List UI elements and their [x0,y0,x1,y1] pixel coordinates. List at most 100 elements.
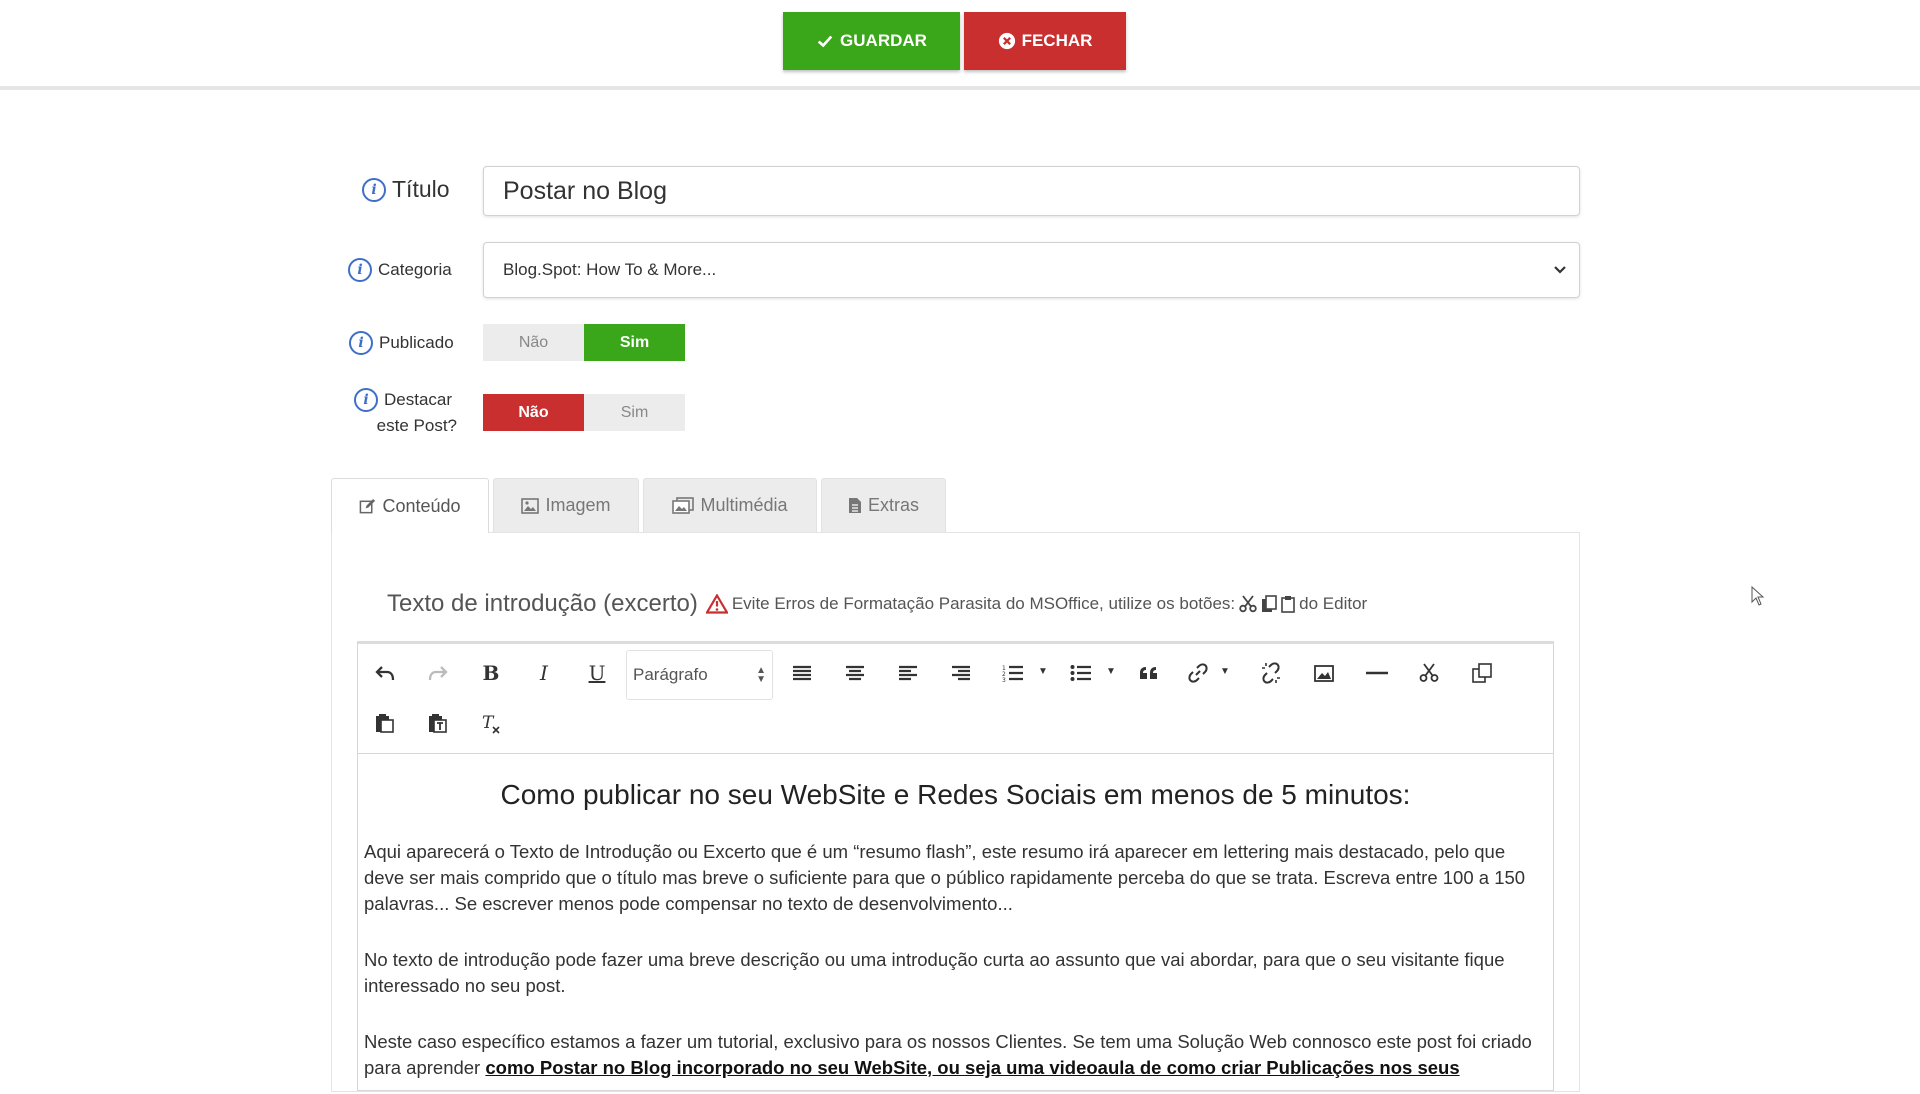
numbered-list-caret-icon[interactable]: ▼ [1038,666,1048,677]
clear-format-icon: T [482,713,500,734]
tab-extras-label: Extras [867,495,919,515]
tab-image-label: Imagem [545,495,611,515]
editor-toolbar: B I U Parágrafo ▲ ▼ 123 ▼ ▼ ▼ T [358,644,1553,754]
save-button[interactable]: GUARDAR [783,12,960,70]
paste-text-button[interactable] [421,706,455,740]
tab-extras[interactable]: Extras [821,478,946,532]
link-icon [1188,663,1208,683]
featured-yes-option[interactable]: Sim [584,394,685,431]
mouse-cursor-icon [1751,586,1765,606]
align-center-button[interactable] [838,656,872,690]
featured-row-label: i Destacar este Post? [354,388,457,436]
updown-icon: ▲ ▼ [756,665,766,685]
bold-button[interactable]: B [474,656,508,690]
title-input[interactable]: Postar no Blog [483,166,1580,216]
italic-button[interactable]: I [527,656,561,690]
redo-icon [428,666,448,681]
unlink-button[interactable] [1254,656,1288,690]
check-icon [817,35,833,48]
info-icon[interactable]: i [362,177,386,202]
block-format-select[interactable]: Parágrafo ▲ ▼ [626,650,773,700]
excerpt-header: Texto de introdução (excerto) Evite Erro… [387,590,1367,618]
close-button-label: FECHAR [1021,31,1093,50]
info-icon[interactable]: i [348,258,372,282]
title-input-value: Postar no Blog [503,176,667,205]
paste-text-icon [429,714,447,733]
align-right-icon [952,665,970,681]
copy-icon [1262,595,1277,612]
chevron-down-icon [1554,266,1566,274]
edit-icon [360,498,376,513]
rich-text-editor: B I U Parágrafo ▲ ▼ 123 ▼ ▼ ▼ T Como pub… [357,641,1554,1091]
paste-button[interactable] [368,706,402,740]
published-label: Publicado [379,333,454,352]
info-icon[interactable]: i [349,331,373,355]
published-row-label: i Publicado [349,331,454,355]
horizontal-rule-button[interactable] [1360,656,1394,690]
align-left-button[interactable] [891,656,925,690]
svg-text:3: 3 [1002,677,1006,682]
tab-multimedia-label: Multimédia [700,495,788,515]
tab-content-label: Conteúdo [382,495,461,516]
editor-content[interactable]: Como publicar no seu WebSite e Redes Soc… [358,754,1553,1094]
link-button[interactable] [1181,656,1215,690]
save-button-label: GUARDAR [840,31,927,50]
content-paragraph-2: No texto de introdução pode fazer uma br… [364,949,1505,996]
cut-icon [1419,663,1439,682]
unlink-icon [1262,662,1280,684]
published-toggle: Não Sim [483,324,685,361]
align-left-icon [899,665,917,681]
image-icon [1314,664,1334,682]
content-paragraph-3-bold: como Postar no Blog incorporado no seu W… [485,1057,1460,1078]
justify-button[interactable] [785,656,819,690]
excerpt-warning-text: Evite Erros de Formatação Parasita do MS… [731,594,1236,613]
title-row-label: i Título [362,176,450,203]
content-heading: Como publicar no seu WebSite e Redes Soc… [500,779,1411,810]
clear-formatting-button[interactable]: T [474,706,508,740]
warning-icon [705,594,728,614]
images-icon [672,497,695,514]
undo-button[interactable] [368,656,402,690]
bullet-list-icon [1070,665,1091,681]
copy-icon [1472,663,1492,683]
bold-icon: B [482,661,500,685]
redo-button[interactable] [421,656,455,690]
block-format-value: Parágrafo [633,665,708,684]
underline-icon: U [588,661,606,685]
title-label: Título [392,176,450,202]
bullet-list-caret-icon[interactable]: ▼ [1106,666,1116,677]
horizontal-line-icon [1366,671,1388,675]
cut-button[interactable] [1412,656,1446,690]
close-button[interactable]: FECHAR [964,12,1126,70]
numbered-list-button[interactable]: 123 [996,656,1030,690]
insert-image-button[interactable] [1307,656,1341,690]
tab-image[interactable]: Imagem [493,478,639,532]
tab-multimedia[interactable]: Multimédia [643,478,817,532]
italic-icon: I [540,661,548,685]
copy-button[interactable] [1465,656,1499,690]
svg-text:T: T [482,713,495,733]
excerpt-title: Texto de introdução (excerto) [387,590,698,617]
underline-button[interactable]: U [580,656,614,690]
published-no-option[interactable]: Não [483,324,584,361]
link-caret-icon[interactable]: ▼ [1220,666,1230,677]
paste-icon [1281,596,1295,613]
info-icon[interactable]: i [354,388,378,412]
published-yes-option[interactable]: Sim [584,324,685,361]
close-circle-icon [998,32,1015,50]
align-center-icon [846,665,864,681]
bullet-list-button[interactable] [1064,656,1098,690]
category-select-value: Blog.Spot: How To & More... [503,260,717,279]
category-select[interactable]: Blog.Spot: How To & More... [483,242,1580,298]
blockquote-button[interactable] [1132,656,1166,690]
paste-icon [376,714,394,733]
action-buttons: GUARDAR FECHAR [783,12,1126,70]
tab-bar: Conteúdo Imagem Multimédia Extras [331,478,946,533]
quote-icon [1140,667,1157,679]
align-right-button[interactable] [944,656,978,690]
tab-content[interactable]: Conteúdo [331,478,489,533]
cut-icon [1239,595,1257,613]
featured-label-line1: Destacar [384,390,453,409]
featured-no-option[interactable]: Não [483,394,584,431]
featured-label-line2: este Post? [376,416,457,435]
